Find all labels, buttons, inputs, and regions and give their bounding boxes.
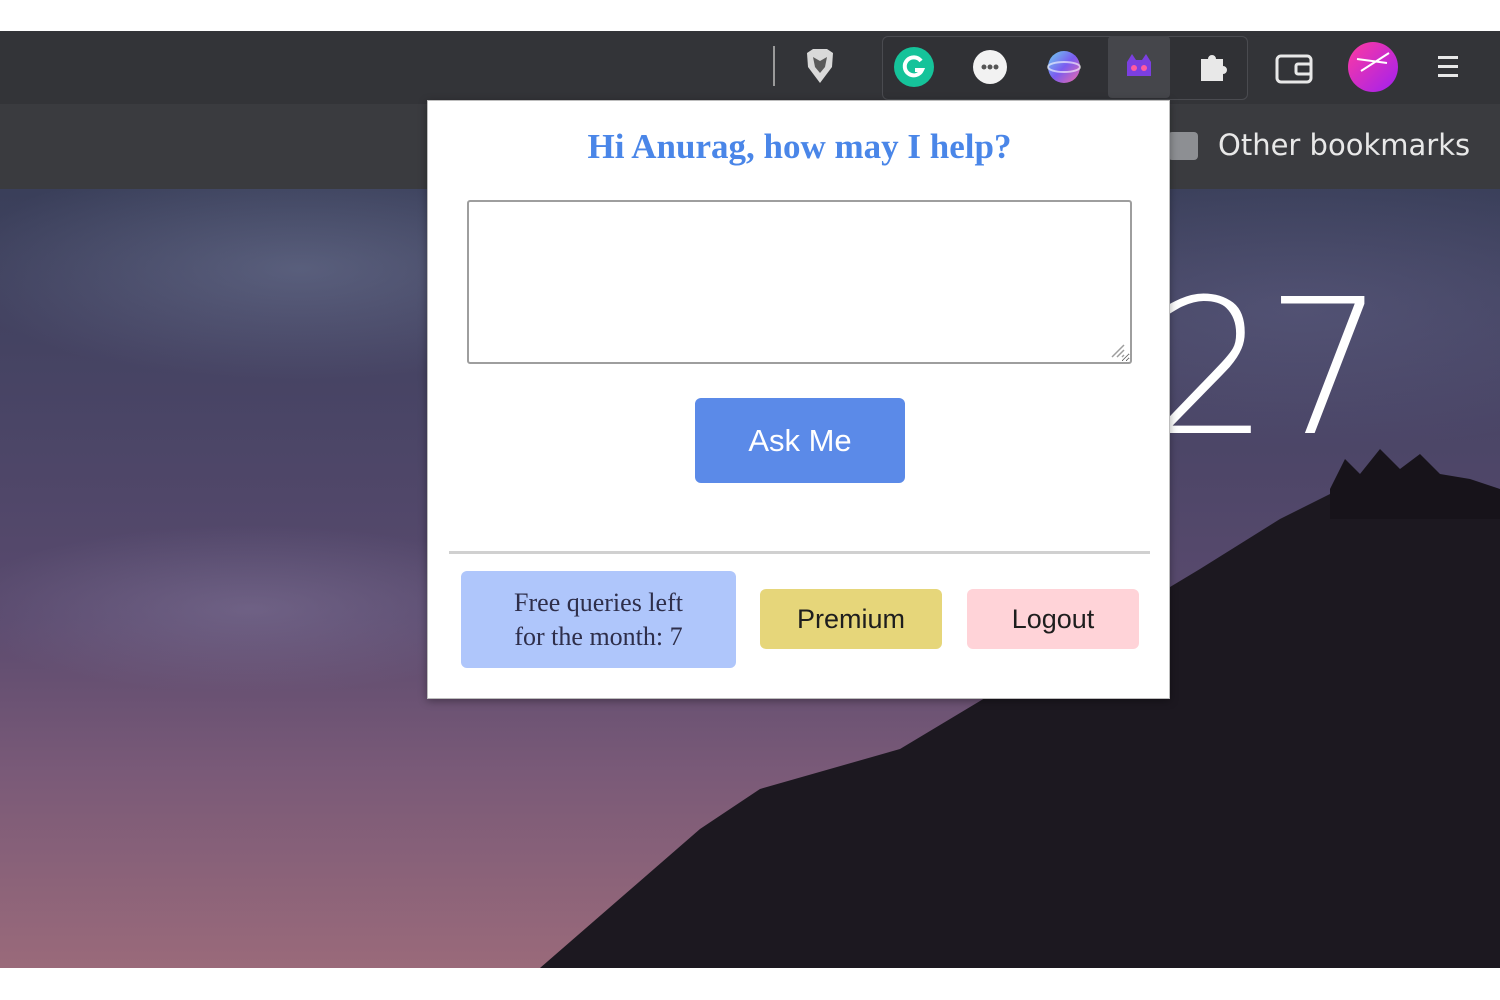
resize-grip-icon[interactable] [1108, 341, 1126, 359]
extension-chat-icon[interactable] [968, 45, 1012, 89]
extension-globe-icon[interactable] [1042, 45, 1086, 89]
logout-button[interactable]: Logout [967, 589, 1139, 649]
assistant-popup: Hi Anurag, how may I help? Ask Me Free q… [427, 100, 1170, 699]
new-tab-clock: 27 [1150, 259, 1385, 478]
profile-avatar-icon[interactable] [1346, 40, 1400, 94]
folder-icon [1168, 132, 1198, 160]
quota-line-2: for the month: 7 [514, 621, 683, 651]
menu-icon[interactable] [1430, 48, 1466, 86]
other-bookmarks-link[interactable]: Other bookmarks [1218, 128, 1470, 162]
divider [449, 551, 1150, 554]
ask-me-button[interactable]: Ask Me [695, 398, 905, 483]
grammarly-icon[interactable] [892, 45, 936, 89]
quota-line-1: Free queries left [514, 587, 683, 617]
extension-ai-icon[interactable] [1108, 36, 1170, 98]
wallet-icon[interactable] [1272, 48, 1316, 88]
free-queries-badge: Free queries left for the month: 7 [461, 571, 736, 668]
puzzle-icon[interactable] [1192, 46, 1234, 88]
premium-button[interactable]: Premium [760, 589, 942, 649]
brave-shield-icon[interactable] [800, 46, 840, 86]
query-input[interactable] [467, 200, 1132, 364]
toolbar-separator [773, 46, 775, 86]
greeting-heading: Hi Anurag, how may I help? [587, 127, 1012, 166]
